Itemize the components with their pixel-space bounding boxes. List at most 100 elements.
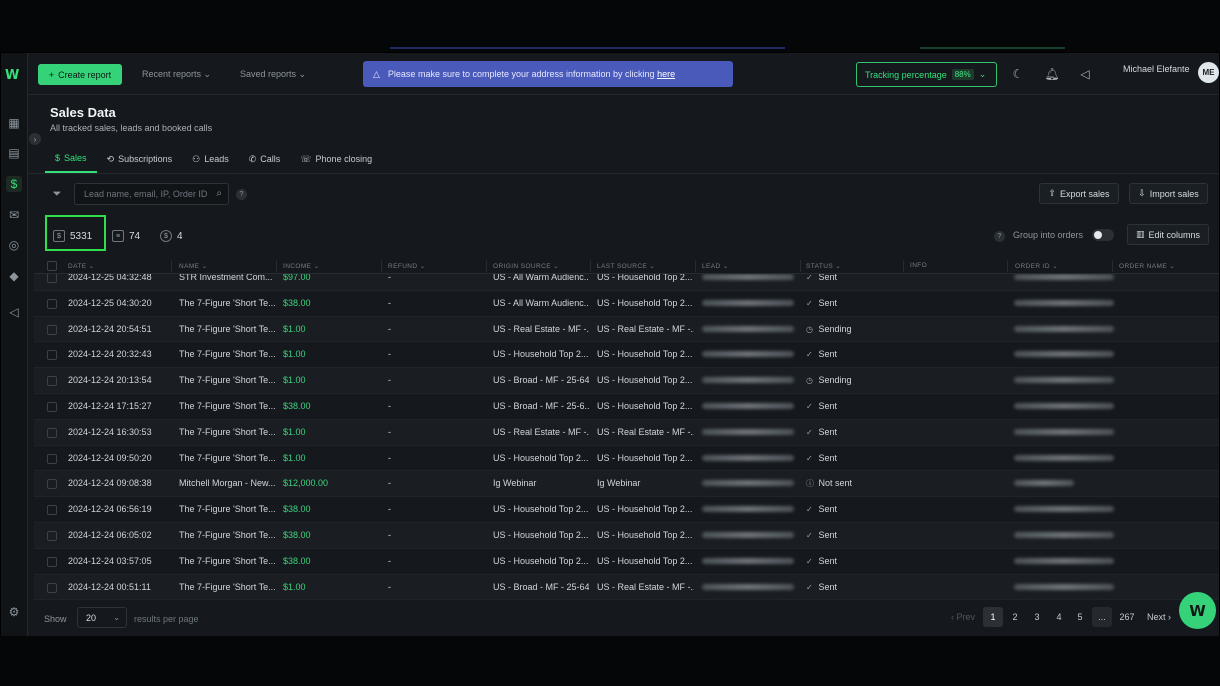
pagination-page-5[interactable]: 5 [1070,607,1090,627]
table-row[interactable]: 2024-12-24 09:08:38 Mitchell Morgan - New… [34,471,1219,498]
stat-leads-count[interactable]: ≡ 74 [112,228,140,244]
select-all-checkbox[interactable] [47,261,57,271]
table-row[interactable]: 2024-12-24 03:57:05 The 7-Figure 'Short T… [34,549,1219,575]
user-name[interactable]: Michael Elefante [1123,64,1190,74]
recent-reports-dropdown[interactable]: Recent reports ⌄ [142,69,211,80]
tab-sales[interactable]: $ Sales [45,145,97,173]
row-checkbox[interactable] [47,427,57,438]
create-report-button[interactable]: + Create report [38,64,122,85]
tab-label: Calls [260,154,281,164]
cell-name[interactable]: The 7-Figure 'Short Te... [179,453,277,463]
analytics-icon[interactable]: ▤ [6,145,22,161]
pagination-page-1[interactable]: 1 [983,607,1003,627]
pagination-next[interactable]: Next › [1143,607,1175,627]
column-header-income[interactable]: INCOME ⌄ [283,262,319,270]
academy-icon[interactable]: ◆ [6,268,22,284]
target-icon[interactable]: ◎ [6,237,22,253]
filter-funnel-icon[interactable]: ⏷ [49,186,65,202]
column-header-name[interactable]: NAME ⌄ [179,262,207,270]
tab-subscriptions[interactable]: ⟲ Subscriptions [97,145,183,173]
import-sales-button[interactable]: ⇩ Import sales [1129,183,1208,204]
table-row[interactable]: 2024-12-24 06:05:02 The 7-Figure 'Short T… [34,522,1219,549]
saved-reports-dropdown[interactable]: Saved reports ⌄ [240,69,306,80]
row-checkbox[interactable] [47,453,57,464]
stat-refunds-count[interactable]: $ 4 [160,228,183,244]
sales-dollar-icon[interactable]: $ [6,176,22,192]
column-header-date[interactable]: DATE ⌄ [68,262,95,270]
row-checkbox[interactable] [47,479,57,490]
row-checkbox[interactable] [47,324,57,335]
cell-name[interactable]: The 7-Figure 'Short Te... [179,324,277,334]
column-header-status[interactable]: STATUS ⌄ [806,262,841,270]
cell-name[interactable]: The 7-Figure 'Short Te... [179,401,277,411]
row-checkbox[interactable] [47,505,57,516]
settings-gear-icon[interactable]: ⚙ [6,604,22,620]
row-checkbox[interactable] [47,401,57,412]
edit-columns-button[interactable]: ▥ Edit columns [1127,224,1209,245]
pagination-page-2[interactable]: 2 [1005,607,1025,627]
row-checkbox[interactable] [47,273,57,283]
status-icon: ✓ [806,298,813,308]
table-row[interactable]: 2024-12-24 17:15:27 The 7-Figure 'Short T… [34,394,1219,420]
tracking-percentage-dropdown[interactable]: Tracking percentage 88% ⌄ [856,62,997,87]
per-page-select[interactable]: 20 ⌄ [77,607,127,628]
column-header-refund[interactable]: REFUND ⌄ [388,262,426,270]
export-sales-button[interactable]: ⇪ Export sales [1039,183,1119,204]
tab-calls[interactable]: ✆ Calls [239,145,291,173]
cell-name[interactable]: The 7-Figure 'Short Te... [179,556,277,566]
group-into-orders-toggle[interactable] [1092,229,1114,241]
column-header-order-name[interactable]: ORDER NAME ⌄ [1119,262,1175,270]
dashboard-icon[interactable]: ▦ [6,115,22,131]
row-checkbox[interactable] [47,350,57,361]
pagination-ellipsis[interactable]: ... [1092,607,1112,627]
sidebar-expand-chevron-icon[interactable]: › [29,133,41,145]
cell-name[interactable]: Mitchell Morgan - New... [179,478,277,488]
brand-logo[interactable]: 𝗪 [5,67,23,82]
column-header-info[interactable]: INFO [910,262,927,269]
table-row[interactable]: 2024-12-24 06:56:19 The 7-Figure 'Short T… [34,497,1219,523]
cell-name[interactable]: The 7-Figure 'Short Te... [179,582,277,592]
table-row[interactable]: 2024-12-24 20:13:54 The 7-Figure 'Short T… [34,368,1219,394]
pagination-prev[interactable]: ‹ Prev [947,607,979,627]
pagination-page-3[interactable]: 3 [1027,607,1047,627]
cell-name[interactable]: The 7-Figure 'Short Te... [179,504,277,514]
table-row[interactable]: 2024-12-24 20:54:51 The 7-Figure 'Short T… [34,316,1219,343]
tab-phone-closing[interactable]: ☏ Phone closing [290,145,382,173]
row-checkbox[interactable] [47,582,57,593]
cell-name[interactable]: The 7-Figure 'Short Te... [179,298,277,308]
row-checkbox[interactable] [47,298,57,309]
cell-name[interactable]: The 7-Figure 'Short Te... [179,530,277,540]
inbox-icon[interactable]: ✉ [6,207,22,223]
table-row[interactable]: 2024-12-24 09:50:20 The 7-Figure 'Short T… [34,446,1219,472]
cell-name[interactable]: The 7-Figure 'Short Te... [179,427,277,437]
dark-mode-moon-icon[interactable]: ☾ [1010,66,1026,82]
table-row[interactable]: 2024-12-24 20:32:43 The 7-Figure 'Short T… [34,342,1219,369]
notifications-bell-icon[interactable]: 🔔︎ [1044,66,1060,82]
table-row[interactable]: 2024-12-24 00:51:11 The 7-Figure 'Short T… [34,574,1219,601]
megaphone-icon[interactable]: ◁ [6,304,22,320]
cell-name[interactable]: The 7-Figure 'Short Te... [179,375,277,385]
banner-here-link[interactable]: here [657,69,675,79]
column-header-lead[interactable]: LEAD ⌄ [702,262,729,270]
table-row[interactable]: 2024-12-25 04:30:20 The 7-Figure 'Short T… [34,291,1219,317]
column-header-order-id[interactable]: ORDER ID ⌄ [1015,262,1058,270]
column-header-origin-source[interactable]: ORIGIN SOURCE ⌄ [493,262,559,270]
avatar[interactable]: ME [1198,62,1219,83]
column-header-last-source[interactable]: LAST SOURCE ⌄ [597,262,655,270]
stat-sales-count[interactable]: $ 5331 [53,228,92,244]
announcements-megaphone-icon[interactable]: ◁ [1077,66,1093,82]
row-checkbox[interactable] [47,556,57,567]
help-question-icon[interactable]: ? [236,189,247,200]
support-chat-button[interactable]: 𝗪 [1179,592,1216,629]
pagination-page-4[interactable]: 4 [1049,607,1069,627]
tab-leads[interactable]: ⚇ Leads [182,145,239,173]
row-checkbox[interactable] [47,530,57,541]
table-row[interactable]: 2024-12-24 16:30:53 The 7-Figure 'Short T… [34,419,1219,446]
row-checkbox[interactable] [47,376,57,387]
edit-columns-label: Edit columns [1148,229,1201,240]
search-input[interactable]: Lead name, email, IP, Order ID ⌕ [74,183,229,205]
help-question-icon[interactable]: ? [994,231,1005,242]
cell-name[interactable]: The 7-Figure 'Short Te... [179,349,277,359]
pagination-last-page[interactable]: 267 [1115,607,1139,627]
status-text: Sent [818,555,838,566]
